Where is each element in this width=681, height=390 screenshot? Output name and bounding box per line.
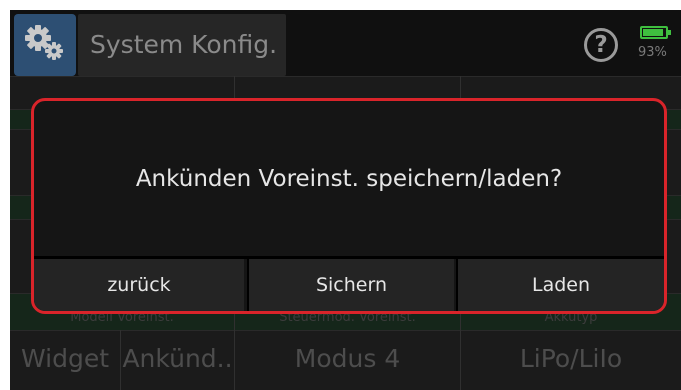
widget-button[interactable]: Widget <box>10 344 120 373</box>
page-title: System Konfig. <box>90 30 278 59</box>
ankuend-button[interactable]: Ankünd.. <box>121 344 234 373</box>
battery-icon <box>640 26 671 39</box>
app-menu-button[interactable] <box>14 14 76 76</box>
load-button[interactable]: Laden <box>456 259 664 311</box>
back-button[interactable]: zurück <box>34 259 244 311</box>
akkutyp-button[interactable]: LiPo/LiIo <box>461 344 681 373</box>
page-title-box: System Konfig. <box>78 14 286 76</box>
help-icon[interactable]: ? <box>584 28 618 62</box>
save-button[interactable]: Sichern <box>247 259 454 311</box>
modus-button[interactable]: Modus 4 <box>235 344 460 373</box>
screen: System Konfig. ? 93% Modell Voreinst. St… <box>10 10 681 390</box>
battery-fill <box>643 29 663 36</box>
gears-icon <box>25 25 63 60</box>
header-bar: System Konfig. ? 93% <box>10 10 681 76</box>
confirm-dialog: Ankünden Voreinst. speichern/laden? zurü… <box>31 98 667 314</box>
battery-percent: 93% <box>638 45 667 60</box>
dialog-message: Ankünden Voreinst. speichern/laden? <box>135 166 563 192</box>
